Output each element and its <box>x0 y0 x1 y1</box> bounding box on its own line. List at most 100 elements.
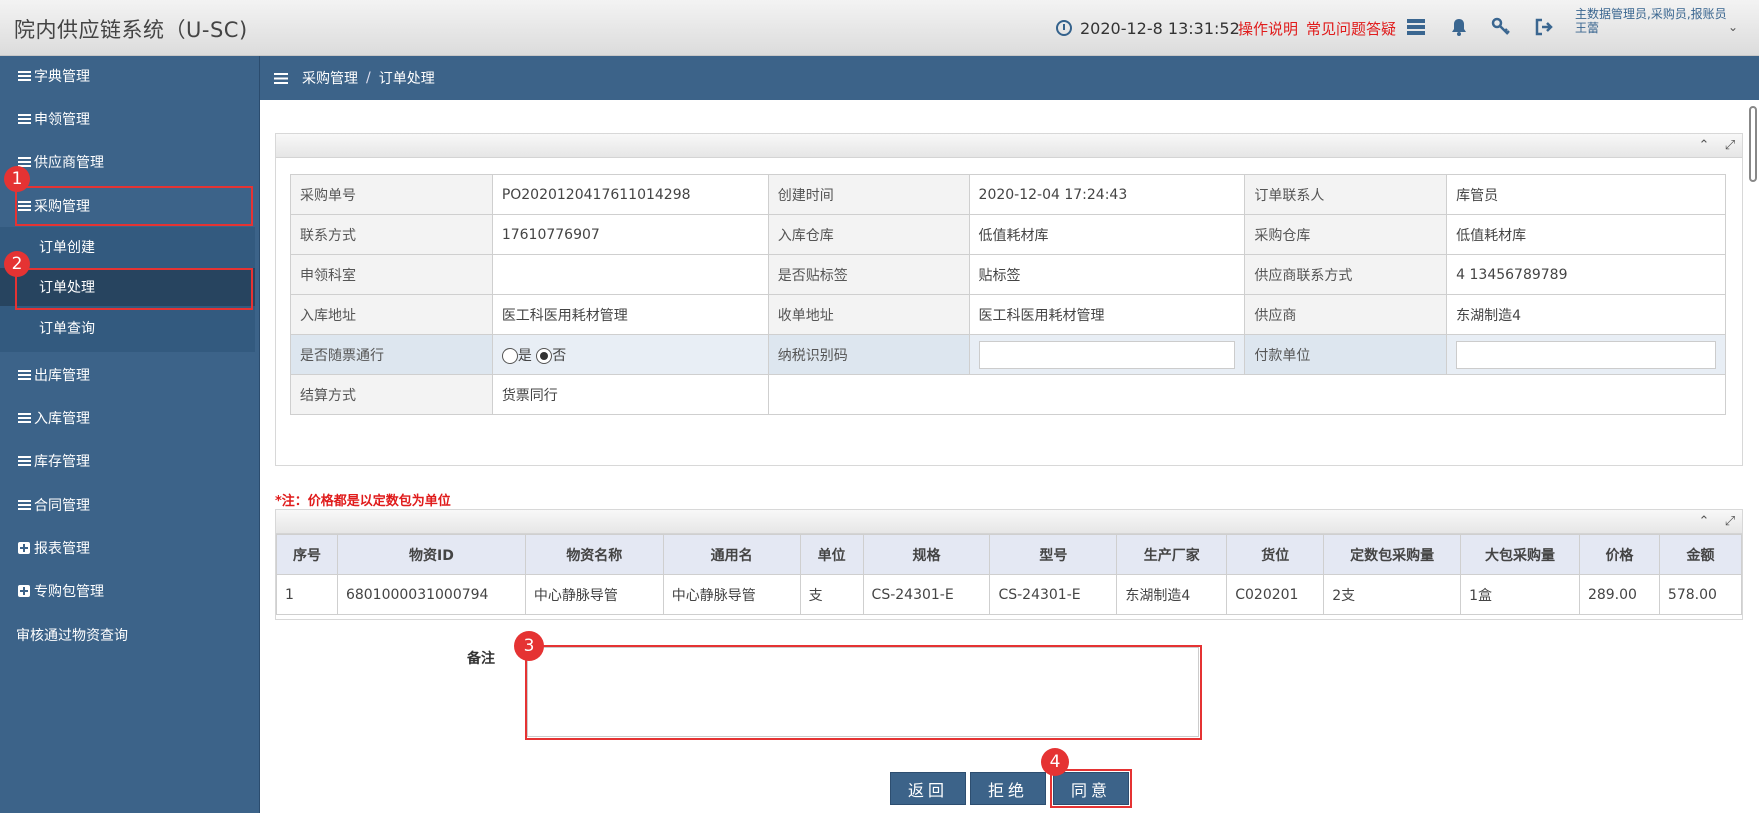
order-info-table: 采购单号 PO2020120417611014298 创建时间 2020-12-… <box>290 174 1727 415</box>
supplier-contact-label: 供应商联系方式 <box>1244 254 1448 295</box>
col-header: 定数包采购量 <box>1323 534 1462 575</box>
tax-id-input[interactable] <box>978 340 1236 369</box>
list-icon <box>18 71 31 81</box>
sidebar-item-inventory[interactable]: 库存管理 <box>0 441 255 481</box>
items-panel: ⌃ ⤢ 序号 物资ID 物资名称 通用名 单位 规格 型号 生产厂家 货位 定数… <box>275 509 1743 620</box>
sidebar-item-contract[interactable]: 合同管理 <box>0 485 255 525</box>
in-warehouse-value: 低值耗材库 <box>968 214 1246 255</box>
reject-button[interactable]: 拒绝 <box>970 772 1046 805</box>
table-cell: CS-24301-E <box>989 574 1118 615</box>
col-header: 货位 <box>1226 534 1325 575</box>
table-cell: 中心静脉导管 <box>662 574 801 615</box>
contact-value: 库管员 <box>1446 174 1726 215</box>
table-cell: 578.00 <box>1658 574 1743 615</box>
sidebar-item-supplier[interactable]: 供应商管理 <box>0 142 255 182</box>
radio-yes-label: 是 <box>517 347 532 364</box>
items-table: 序号 物资ID 物资名称 通用名 单位 规格 型号 生产厂家 货位 定数包采购量… <box>276 534 1743 615</box>
table-cell: 2支 <box>1323 574 1462 615</box>
col-header: 金额 <box>1658 534 1743 575</box>
panel-header: ⌃ ⤢ <box>276 134 1742 158</box>
supplier-value: 东湖制造4 <box>1446 294 1726 335</box>
phone-value: 17610776907 <box>491 214 769 255</box>
order-no-label: 采购单号 <box>290 174 493 215</box>
step-marker-4: 4 <box>1041 748 1069 776</box>
table-cell: 289.00 <box>1578 574 1660 615</box>
user-name: 王蕾 <box>1575 21 1600 35</box>
dept-label: 申领科室 <box>290 254 493 295</box>
order-info-panel: ⌃ ⤢ 采购单号 PO2020120417611014298 创建时间 2020… <box>275 133 1743 466</box>
list-icon <box>18 456 31 466</box>
chevron-down-icon[interactable]: ⌄ <box>1728 20 1738 34</box>
breadcrumb: 采购管理 / 订单处理 <box>260 56 1759 100</box>
breadcrumb-current: 订单处理 <box>378 71 435 87</box>
col-header: 大包采购量 <box>1460 534 1580 575</box>
invoice-label: 是否随票通行 <box>290 334 493 375</box>
supplier-label: 供应商 <box>1244 294 1448 335</box>
purchase-warehouse-label: 采购仓库 <box>1244 214 1448 255</box>
scrollbar-thumb[interactable] <box>1749 106 1757 182</box>
col-header: 物资ID <box>336 534 526 575</box>
contact-label: 订单联系人 <box>1244 174 1448 215</box>
server-icon[interactable] <box>1403 14 1429 40</box>
collapse-icon[interactable]: ⌃ <box>1696 513 1712 529</box>
expand-icon[interactable]: ⤢ <box>1722 137 1738 153</box>
sidebar-item-approved-query[interactable]: 审核通过物资查询 <box>0 615 255 655</box>
clock-icon <box>1056 20 1072 36</box>
order-no-value: PO2020120417611014298 <box>491 174 769 215</box>
help-link[interactable]: 操作说明 <box>1238 0 1298 56</box>
col-header: 单位 <box>799 534 864 575</box>
invoice-radio-group: 是 否 <box>491 334 769 375</box>
sidebar-item-reports[interactable]: 报表管理 <box>0 528 255 568</box>
tax-id-label: 纳税识别码 <box>767 334 970 375</box>
highlight-box-agree <box>1050 769 1132 808</box>
tag-value: 贴标签 <box>968 254 1246 295</box>
items-panel-header: ⌃ ⤢ <box>276 510 1742 534</box>
plus-icon <box>18 542 30 554</box>
created-value: 2020-12-04 17:24:43 <box>968 174 1246 215</box>
sidebar-item-inbound[interactable]: 入库管理 <box>0 398 255 438</box>
expand-icon[interactable]: ⤢ <box>1722 513 1738 529</box>
col-header: 价格 <box>1578 534 1660 575</box>
col-header: 物资名称 <box>524 534 664 575</box>
col-header: 通用名 <box>662 534 801 575</box>
key-icon[interactable] <box>1488 14 1514 40</box>
price-note: *注：价格都是以定数包为单位 <box>275 494 451 509</box>
breadcrumb-parent[interactable]: 采购管理 <box>302 68 358 88</box>
settle-value: 货票同行 <box>491 374 769 415</box>
sidebar-item-special-package[interactable]: 专购包管理 <box>0 571 255 611</box>
user-info[interactable]: 主数据管理员,采购员,报账员 王蕾 <box>1575 7 1735 35</box>
logout-icon[interactable] <box>1531 14 1557 40</box>
payer-input[interactable] <box>1456 340 1716 369</box>
sidebar-item-dictionary[interactable]: 字典管理 <box>0 56 255 96</box>
phone-label: 联系方式 <box>290 214 493 255</box>
col-header: 序号 <box>276 534 338 575</box>
step-marker-1: 1 <box>4 166 30 192</box>
sidebar-item-requisition[interactable]: 申领管理 <box>0 99 255 139</box>
table-row[interactable]: 1 6801000031000794 中心静脉导管 中心静脉导管 支 CS-24… <box>276 574 1743 615</box>
settle-label: 结算方式 <box>290 374 493 415</box>
table-header-row: 序号 物资ID 物资名称 通用名 单位 规格 型号 生产厂家 货位 定数包采购量… <box>276 534 1743 575</box>
in-address-value: 医工科医用耗材管理 <box>491 294 769 335</box>
step-marker-3: 3 <box>514 631 544 661</box>
sidebar-item-outbound[interactable]: 出库管理 <box>0 355 255 395</box>
sidebar-subitem-order-create[interactable]: 订单创建 <box>0 228 255 266</box>
in-address-label: 入库地址 <box>290 294 493 335</box>
payer-label: 付款单位 <box>1244 334 1448 375</box>
collapse-icon[interactable]: ⌃ <box>1696 137 1712 153</box>
remark-label: 备注 <box>467 651 495 667</box>
highlight-box-order-process <box>15 268 253 310</box>
faq-link[interactable]: 常见问题答疑 <box>1306 0 1396 56</box>
radio-yes[interactable] <box>501 347 518 364</box>
radio-no[interactable] <box>536 347 553 364</box>
app-title: 院内供应链系统（U-SC) <box>14 18 248 42</box>
supplier-contact-value: 4 13456789789 <box>1446 254 1726 295</box>
menu-icon[interactable] <box>274 72 288 84</box>
sidebar-subitem-order-query[interactable]: 订单查询 <box>0 309 255 347</box>
breadcrumb-separator: / <box>366 70 371 86</box>
tag-label: 是否贴标签 <box>767 254 970 295</box>
created-label: 创建时间 <box>767 174 970 215</box>
col-header: 规格 <box>862 534 991 575</box>
back-button[interactable]: 返回 <box>890 772 966 805</box>
bell-icon[interactable] <box>1446 14 1472 40</box>
datetime-display: 2020-12-8 13:31:52 <box>1056 0 1240 56</box>
